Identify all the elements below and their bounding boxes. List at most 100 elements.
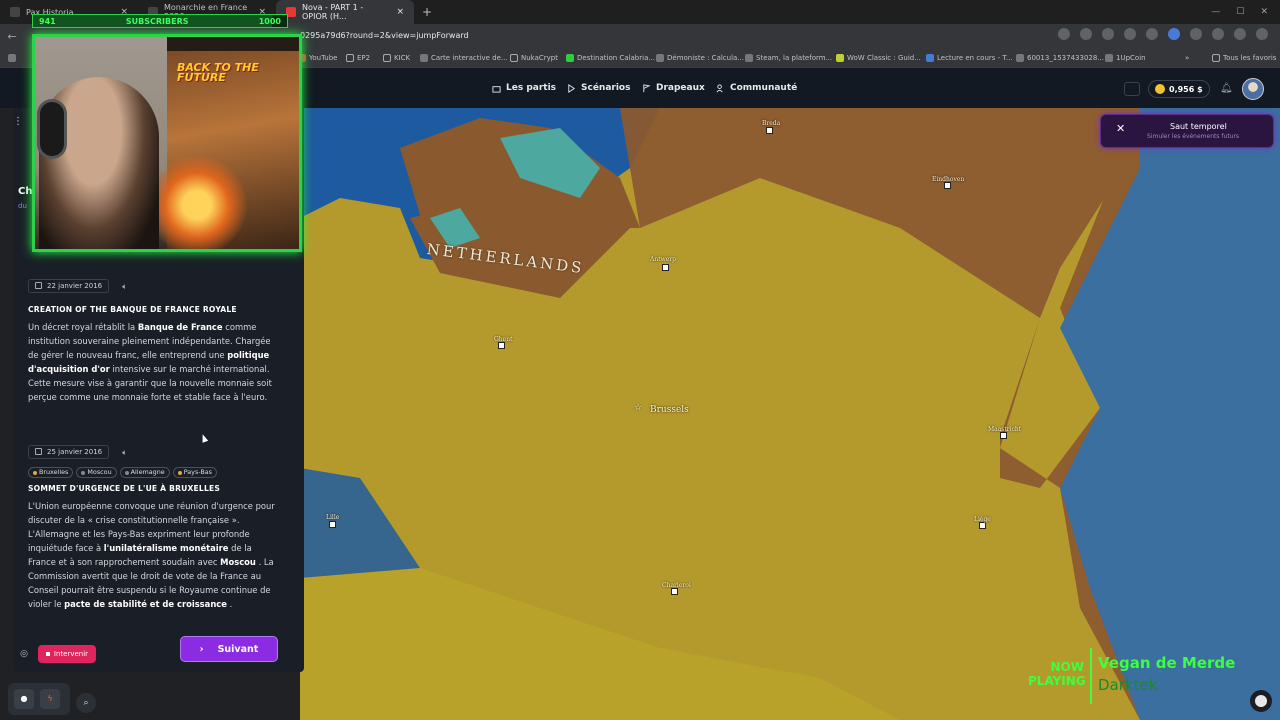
headset-icon <box>37 99 67 159</box>
bookmark[interactable]: Lecture en cours - T... <box>926 48 1013 68</box>
bookmark[interactable]: EP2 <box>346 48 370 68</box>
nav-communaute[interactable]: Communauté <box>716 68 797 108</box>
tag[interactable]: Pays-Bas <box>172 467 217 478</box>
time-jump-toast[interactable] <box>1100 114 1274 148</box>
event-tags: Bruxelles Moscou Allemagne Pays-Bas <box>28 467 280 478</box>
search-icon[interactable]: ⌕ <box>76 693 96 713</box>
bookmark[interactable]: 60013_1537433028... <box>1016 48 1104 68</box>
address-bar[interactable]: 0295a79d6?round=2&view=jumpForward <box>300 27 1060 45</box>
city-marker[interactable] <box>329 521 336 528</box>
city-label-maastricht: Maastricht <box>988 426 1022 433</box>
bookmark[interactable]: Destination Calabria... <box>566 48 655 68</box>
star-icon[interactable] <box>1146 28 1158 40</box>
extensions-icon[interactable] <box>1190 28 1202 40</box>
apps-icon[interactable] <box>8 48 16 68</box>
intervene-button[interactable]: Intervenir <box>38 645 96 663</box>
bookmark-label: Steam, la plateform... <box>756 54 833 62</box>
speaker-icon[interactable]: 🔈︎ <box>122 448 127 458</box>
city-marker[interactable] <box>498 342 505 349</box>
more-icon[interactable] <box>1256 28 1268 40</box>
avatar[interactable] <box>1242 78 1264 100</box>
tab-close-icon[interactable]: × <box>396 7 404 17</box>
bookmark[interactable]: Steam, la plateform... <box>745 48 832 68</box>
subs-label: SUBSCRIBERS <box>125 16 189 26</box>
target-icon[interactable]: ◎ <box>16 646 32 662</box>
bookmark-label: Destination Calabria... <box>577 54 656 62</box>
time-jump-title: Saut temporel <box>1170 122 1227 131</box>
city-label-ghent: Ghent <box>494 336 513 343</box>
chat-icon[interactable]: ● <box>14 689 34 709</box>
bookmark-label: KICK <box>394 54 411 62</box>
subscriber-goal: 941 SUBSCRIBERS 1000 <box>32 14 288 28</box>
song-artist: Darktek <box>1098 676 1158 694</box>
nav-label: Les partis <box>506 83 557 93</box>
event-body: L'Union européenne convoque une réunion … <box>28 501 275 609</box>
menu-dots-icon[interactable]: ⋮ <box>12 116 24 132</box>
parliament-icon <box>492 85 501 93</box>
balance-badge[interactable]: 0,956 $ <box>1148 80 1210 98</box>
capital-star-icon[interactable]: ☆ <box>634 403 642 413</box>
city-marker[interactable] <box>662 264 669 271</box>
bookmark[interactable]: YouTube <box>298 48 337 68</box>
all-bookmarks[interactable]: Tous les favoris <box>1212 48 1276 68</box>
maximize-icon[interactable]: ☐ <box>1236 7 1244 17</box>
event-card: 22 janvier 2016 🔈︎ CREATION OF THE BANQU… <box>28 274 280 404</box>
speaker-icon[interactable]: 🔈︎ <box>122 282 127 292</box>
bookmarks-overflow-icon[interactable]: » <box>1185 48 1189 68</box>
bookmark-label: Carte interactive de... <box>431 54 508 62</box>
next-label: Suivant <box>217 643 259 655</box>
sidepanel-icon[interactable] <box>1212 28 1224 40</box>
stop-icon <box>45 652 50 656</box>
city-marker[interactable] <box>1000 432 1007 439</box>
capital-label: Brussels <box>650 405 689 415</box>
city-marker[interactable] <box>979 522 986 529</box>
new-tab-icon[interactable]: + <box>414 5 440 19</box>
nav-les-partis[interactable]: Les partis <box>492 68 556 108</box>
tag[interactable]: Bruxelles <box>28 467 74 478</box>
tag[interactable]: Allemagne <box>119 467 170 478</box>
translate-icon[interactable] <box>1058 28 1070 40</box>
extension-icon[interactable] <box>1168 28 1180 40</box>
nav-drapeaux[interactable]: Drapeaux <box>642 68 705 108</box>
map-svg[interactable] <box>300 108 1280 720</box>
calendar-icon <box>35 448 42 455</box>
bookmark[interactable]: 1UpCoin <box>1105 48 1146 68</box>
bookmark[interactable]: KICK <box>383 48 410 68</box>
tag[interactable]: Moscou <box>76 467 117 478</box>
bookmark[interactable]: Carte interactive de... <box>420 48 508 68</box>
nav-label: Communauté <box>730 83 798 93</box>
profile-icon[interactable] <box>1234 28 1246 40</box>
gift-icon[interactable] <box>1124 82 1140 96</box>
flag-icon <box>643 83 651 92</box>
back-icon[interactable]: ← <box>0 30 24 43</box>
map-view[interactable] <box>300 108 1280 720</box>
bookmark[interactable]: WoW Classic : Guid... <box>836 48 921 68</box>
nav-scenarios[interactable]: Scénarios <box>567 68 630 108</box>
bookmark-label: Lecture en cours - T... <box>937 54 1013 62</box>
minimize-icon[interactable]: — <box>1211 7 1220 17</box>
city-marker[interactable] <box>671 588 678 595</box>
lightning-icon[interactable]: ϟ <box>40 689 60 709</box>
city-marker[interactable] <box>944 182 951 189</box>
nav-label: Scénarios <box>581 83 631 93</box>
install-icon[interactable] <box>1124 28 1136 40</box>
next-button[interactable]: › Suivant <box>180 636 278 662</box>
event-title: SOMMET D'URGENCE DE L'UE À BRUXELLES <box>28 484 221 493</box>
browser-tab-active[interactable]: Nova - PART 1 - OPIOR (H... × <box>276 0 414 24</box>
bookmark[interactable]: NukaCrypt <box>510 48 558 68</box>
close-window-icon[interactable]: ✕ <box>1260 7 1268 17</box>
eye-off-icon[interactable] <box>1102 28 1114 40</box>
close-icon[interactable]: ✕ <box>1116 122 1125 135</box>
bell-icon[interactable]: 🔔︎ <box>1220 83 1233 94</box>
tag-label: Pays-Bas <box>183 468 212 476</box>
help-icon[interactable] <box>1250 690 1272 712</box>
bookmark[interactable]: Démoniste : Calcula... <box>656 48 744 68</box>
dot-icon <box>124 470 129 475</box>
city-marker[interactable] <box>766 127 773 134</box>
tag-label: Bruxelles <box>39 468 69 476</box>
city-label-liege: Liège <box>974 516 991 523</box>
panel-subheading: du <box>18 202 27 210</box>
zoom-icon[interactable] <box>1080 28 1092 40</box>
event-body: Un décret royal rétablit la Banque de Fr… <box>28 322 272 402</box>
bookmark-label: WoW Classic : Guid... <box>847 54 921 62</box>
